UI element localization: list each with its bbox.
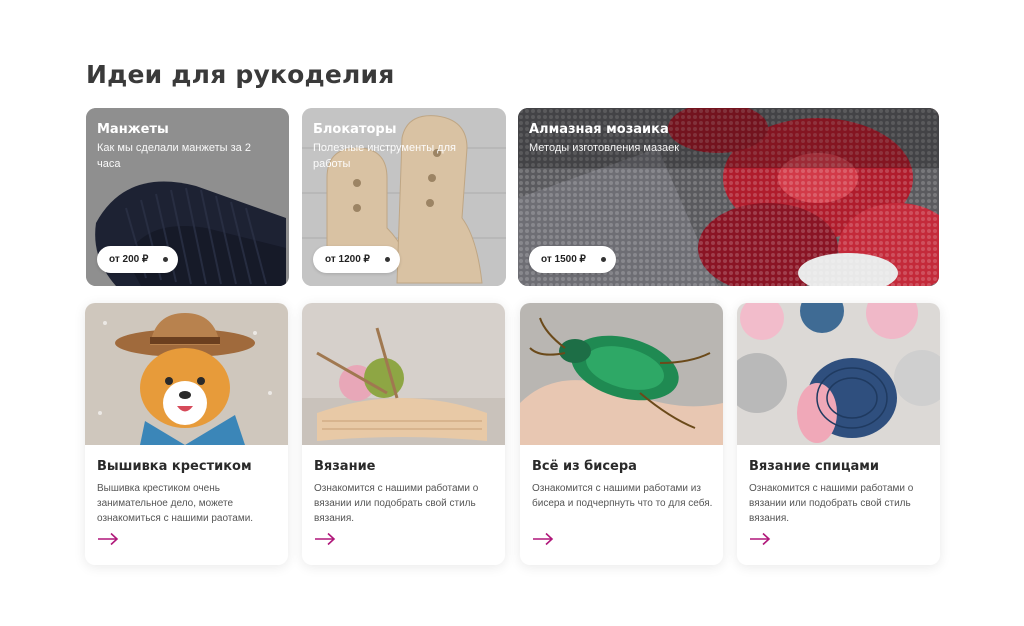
price-label: от 1200 ₽ (325, 254, 370, 265)
card-description: Ознакомится с нашими работами из бисера … (532, 483, 713, 509)
card-needle-knitting[interactable]: Вязание спицами Ознакомится с нашими раб… (737, 303, 940, 565)
card-title: Вязание (314, 459, 376, 474)
hero-subtitle: Методы изготовления мазаек (529, 142, 680, 154)
hero-text: Манжеты Как мы сделали манжеты за 2 часа (97, 122, 275, 172)
hero-text: Блокаторы Полезные инструменты для работ… (313, 122, 492, 172)
card-title: Вязание спицами (749, 459, 879, 474)
section-title: Идеи для рукоделия (86, 60, 395, 89)
hero-card-blockers[interactable]: Блокаторы Полезные инструменты для работ… (302, 108, 506, 286)
card-beads[interactable]: Всё из бисера Ознакомится с нашими работ… (520, 303, 723, 565)
card-description: Ознакомится с нашими работами о вязании … (314, 483, 479, 524)
price-button[interactable]: от 200 ₽ (97, 246, 179, 273)
card-description: Вышивка крестиком очень занимательное де… (97, 483, 254, 524)
card-knitting[interactable]: Вязание Ознакомится с нашими работами о … (302, 303, 505, 565)
card-image (302, 303, 505, 445)
hero-text: Алмазная мозаика Методы изготовления маз… (529, 122, 925, 156)
hero-subtitle: Полезные инструменты для работы (313, 142, 456, 170)
hero-card-cuffs[interactable]: Манжеты Как мы сделали манжеты за 2 часа… (86, 108, 289, 286)
yarn-balls-image (302, 303, 505, 445)
card-image (737, 303, 940, 445)
card-description: Ознакомится с нашими работами о вязании … (749, 483, 914, 524)
corgi-embroidery-image (85, 303, 288, 445)
page: Идеи для рукоделия Манжеты Как мы сделал… (0, 0, 1024, 626)
card-image (85, 303, 288, 445)
hero-title: Алмазная мозаика (529, 122, 669, 137)
price-button[interactable]: от 1200 ₽ (313, 246, 400, 273)
crochet-slippers-image (737, 303, 940, 445)
price-button[interactable]: от 1500 ₽ (529, 246, 616, 273)
arrow-right-icon[interactable] (314, 532, 336, 546)
beaded-beetle-image (520, 303, 723, 445)
card-title: Всё из бисера (532, 459, 637, 474)
dot-icon (600, 257, 606, 262)
arrow-right-icon[interactable] (532, 532, 554, 546)
card-cross-stitch[interactable]: Вышивка крестиком Вышивка крестиком очен… (85, 303, 288, 565)
arrow-right-icon[interactable] (97, 532, 119, 546)
hero-title: Блокаторы (313, 122, 397, 137)
dot-icon (163, 257, 169, 262)
hero-card-diamond-mosaic[interactable]: Алмазная мозаика Методы изготовления маз… (518, 108, 939, 286)
hero-title: Манжеты (97, 122, 169, 137)
arrow-right-icon[interactable] (749, 532, 771, 546)
card-image (520, 303, 723, 445)
hero-subtitle: Как мы сделали манжеты за 2 часа (97, 142, 251, 170)
price-label: от 200 ₽ (109, 254, 149, 265)
dot-icon (384, 257, 390, 262)
card-title: Вышивка крестиком (97, 459, 252, 474)
price-label: от 1500 ₽ (541, 254, 586, 265)
